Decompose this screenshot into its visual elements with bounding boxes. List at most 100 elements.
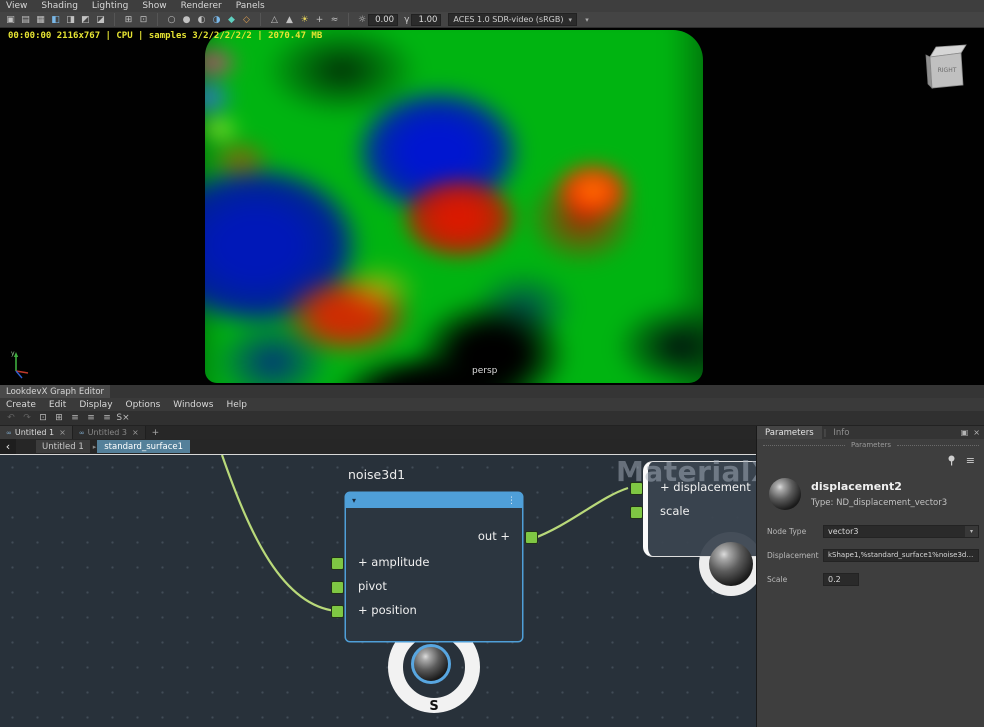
breadcrumb: ‹ Untitled 1 ▸ standard_surface1: [0, 439, 756, 454]
pin-icon[interactable]: [947, 455, 956, 466]
menu-renderer[interactable]: Renderer: [181, 1, 222, 11]
viewcube[interactable]: RIGHT: [916, 40, 972, 96]
parameters-section-header[interactable]: Parameters: [757, 439, 984, 451]
maya-window: View Shading Lighting Show Renderer Pane…: [0, 0, 984, 727]
tab-untitled-3[interactable]: ∞ Untitled 3 ×: [73, 426, 146, 439]
camera-lock-icon[interactable]: ▣: [3, 13, 18, 26]
use-default-material-icon[interactable]: ◇: [239, 13, 254, 26]
chevron-down-icon: ▾: [965, 525, 978, 538]
tab-info[interactable]: Info: [828, 428, 854, 438]
close-icon[interactable]: ×: [59, 428, 66, 437]
colorspace-dropdown[interactable]: ACES 1.0 SDR-video (sRGB) ▾: [448, 13, 577, 26]
exposure-field[interactable]: ☼ 0.00: [358, 14, 398, 26]
scale-input-port[interactable]: [630, 506, 643, 519]
gamma-value[interactable]: 1.00: [411, 14, 441, 26]
lighting-off-icon[interactable]: △: [267, 13, 282, 26]
node-graph-canvas[interactable]: S + displacement scale noise3d1 ▾ ⋮ out: [0, 454, 756, 727]
grid-icon[interactable]: ⊞: [121, 13, 136, 26]
node-type-dropdown[interactable]: vector3 ▾: [823, 525, 979, 538]
menu-help[interactable]: Help: [226, 400, 247, 410]
noise-texture: [205, 30, 703, 383]
breadcrumb-root[interactable]: Untitled 1: [36, 440, 90, 453]
breadcrumb-current[interactable]: standard_surface1: [97, 440, 190, 453]
solo-icon[interactable]: S×: [115, 412, 131, 425]
pivot-port[interactable]: [331, 581, 344, 594]
wireframe-icon[interactable]: ○: [164, 13, 179, 26]
node-type-value: vector3: [824, 527, 965, 536]
textured-icon[interactable]: ◆: [224, 13, 239, 26]
node-swatch-sphere[interactable]: [769, 478, 801, 510]
section-label: Parameters: [851, 441, 891, 449]
displacement-preview-sphere[interactable]: [709, 542, 753, 586]
field-chart-icon[interactable]: ◨: [63, 13, 78, 26]
safe-action-icon[interactable]: ◩: [78, 13, 93, 26]
menu-edit[interactable]: Edit: [49, 400, 66, 410]
frame-all-icon[interactable]: ⊡: [136, 13, 151, 26]
safe-title-icon[interactable]: ◪: [93, 13, 108, 26]
node-header[interactable]: ▾ ⋮: [346, 493, 522, 508]
scale-row: Scale 0.2: [767, 571, 979, 587]
displacement-input-port[interactable]: [630, 482, 643, 495]
shadows-icon[interactable]: ☀: [297, 13, 312, 26]
smooth-shade-icon[interactable]: ●: [179, 13, 194, 26]
frame-selection-icon[interactable]: ⊞: [51, 412, 67, 425]
xray-icon[interactable]: ◑: [209, 13, 224, 26]
ao-icon[interactable]: +: [312, 13, 327, 26]
colorspace-value: ACES 1.0 SDR-video (sRGB): [453, 15, 563, 24]
displacement-field[interactable]: kShape1,%standard_surface1%noise3d1.out: [823, 549, 979, 562]
redo-icon[interactable]: ↷: [19, 412, 35, 425]
menu-panels[interactable]: Panels: [236, 1, 265, 11]
menu-options[interactable]: Options: [126, 400, 161, 410]
out-port[interactable]: [525, 531, 538, 544]
noise3d1-node[interactable]: ▾ ⋮ out + + amplitude pivot + position: [346, 493, 522, 641]
align-bottom-icon[interactable]: ≡: [99, 412, 115, 425]
menu-view[interactable]: View: [6, 1, 27, 11]
film-gate-icon[interactable]: ▤: [18, 13, 33, 26]
wireframe-on-shaded-icon[interactable]: ◐: [194, 13, 209, 26]
panel-title[interactable]: LookdevX Graph Editor: [0, 385, 110, 398]
toolbar-separator: [108, 13, 115, 26]
tab-parameters[interactable]: Parameters: [757, 426, 822, 439]
scale-field[interactable]: 0.2: [823, 573, 859, 586]
amplitude-input-label: + amplitude: [358, 555, 429, 569]
menu-create[interactable]: Create: [6, 400, 36, 410]
displacement-label: Displacement: [767, 551, 823, 560]
graph-tab-icon: ∞: [79, 429, 85, 437]
menu-lighting[interactable]: Lighting: [92, 1, 128, 11]
tab-separator: |: [824, 428, 827, 437]
close-icon[interactable]: ×: [973, 428, 980, 437]
use-all-lights-icon[interactable]: ▲: [282, 13, 297, 26]
close-icon[interactable]: ×: [132, 428, 139, 437]
undo-icon[interactable]: ↶: [3, 412, 19, 425]
scale-value: 0.2: [824, 575, 858, 584]
menu-display[interactable]: Display: [79, 400, 112, 410]
chevron-right-icon: ▸: [93, 443, 97, 451]
gamma-field[interactable]: γ 1.00: [404, 14, 441, 26]
menu-windows[interactable]: Windows: [173, 400, 213, 410]
view-transform-dropdown[interactable]: ▾: [580, 16, 594, 24]
back-button[interactable]: ‹: [0, 439, 16, 454]
motion-blur-icon[interactable]: ≈: [327, 13, 342, 26]
panel-menu-icon[interactable]: ≡: [966, 454, 975, 467]
align-middle-icon[interactable]: ≡: [83, 412, 99, 425]
exposure-value[interactable]: 0.00: [368, 14, 398, 26]
rendered-cube: [205, 30, 703, 383]
swatch-mode-label[interactable]: S: [429, 699, 438, 714]
kebab-menu-icon[interactable]: ⋮: [507, 496, 516, 506]
collapse-icon[interactable]: ▾: [352, 496, 356, 505]
graph-tab-icon: ∞: [6, 429, 12, 437]
noise-preview-sphere[interactable]: [411, 644, 451, 684]
add-tab-button[interactable]: +: [146, 426, 166, 439]
position-port[interactable]: [331, 605, 344, 618]
gate-mask-icon[interactable]: ◧: [48, 13, 63, 26]
tab-label: Untitled 1: [15, 428, 54, 437]
resolution-gate-icon[interactable]: ▦: [33, 13, 48, 26]
undock-icon[interactable]: ▣: [961, 428, 969, 437]
amplitude-port[interactable]: [331, 557, 344, 570]
menu-shading[interactable]: Shading: [41, 1, 78, 11]
viewport[interactable]: 00:00:00 2116x767 | CPU | samples 3/2/2/…: [0, 28, 984, 385]
align-top-icon[interactable]: ≡: [67, 412, 83, 425]
frame-all-icon[interactable]: ⊡: [35, 412, 51, 425]
menu-show[interactable]: Show: [142, 1, 166, 11]
tab-untitled-1[interactable]: ∞ Untitled 1 ×: [0, 426, 73, 439]
